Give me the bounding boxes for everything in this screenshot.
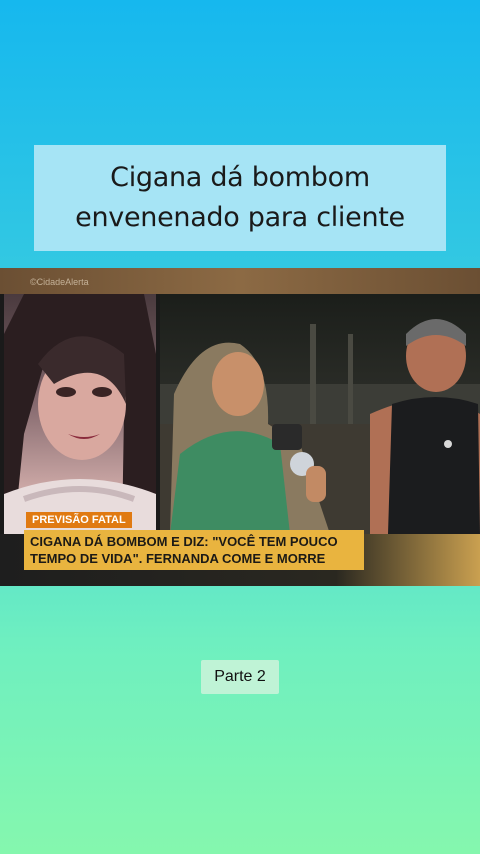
news-tag: PREVISÃO FATAL bbox=[26, 512, 132, 528]
news-headline: CIGANA DÁ BOMBOM E DIZ: "VOCÊ TEM POUCO … bbox=[24, 530, 364, 570]
woman-portrait-image bbox=[4, 294, 156, 534]
interview-scene-panel bbox=[160, 294, 480, 534]
headline-line-1: CIGANA DÁ BOMBOM E DIZ: "VOCÊ TEM POUCO bbox=[30, 534, 338, 549]
woman-photo-panel bbox=[4, 294, 156, 534]
video-top-bar: ©CidadeAlerta bbox=[0, 268, 480, 294]
part-label: Parte 2 bbox=[201, 660, 279, 694]
headline-line-2: TEMPO DE VIDA". FERNANDA COME E MORRE bbox=[30, 551, 326, 566]
title-line-1: Cigana dá bombom bbox=[110, 162, 370, 193]
watermark-text: ©CidadeAlerta bbox=[30, 277, 89, 287]
video-frame[interactable]: ©CidadeAlerta PREVISÃO FATAL CIGANA DÁ B… bbox=[0, 268, 480, 586]
interview-scene-image bbox=[160, 319, 480, 534]
title-line-2: envenenado para cliente bbox=[75, 202, 405, 233]
title-box: Cigana dá bombom envenenado para cliente bbox=[34, 145, 446, 251]
